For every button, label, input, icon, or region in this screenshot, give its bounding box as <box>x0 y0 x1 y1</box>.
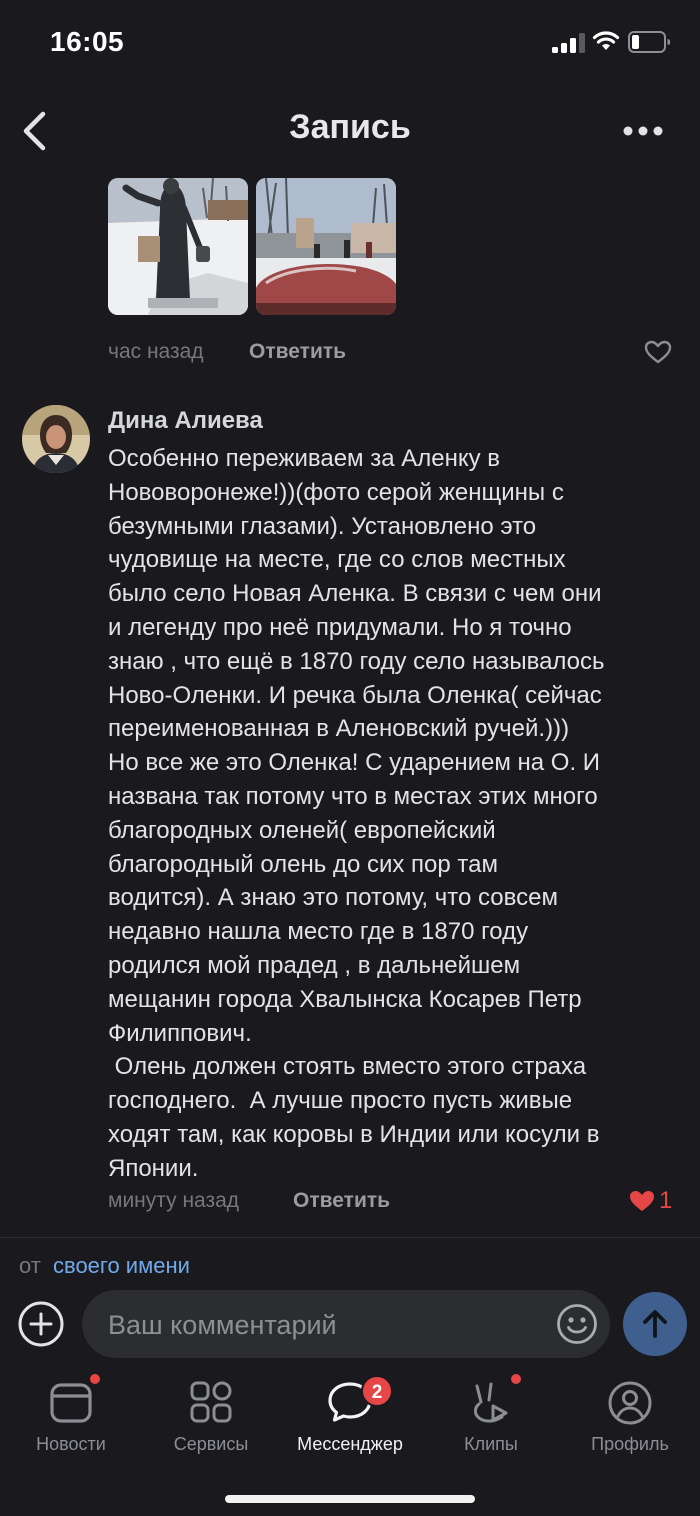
comment-photo-statue[interactable] <box>108 178 248 315</box>
emoji-icon[interactable] <box>556 1303 598 1345</box>
tab-services[interactable]: Сервисы <box>151 1376 271 1456</box>
services-icon <box>190 1381 232 1423</box>
add-attachment-icon[interactable] <box>17 1300 65 1348</box>
home-indicator[interactable] <box>225 1495 475 1503</box>
tab-label: Мессенджер <box>297 1434 403 1454</box>
battery-icon <box>628 31 670 53</box>
tab-profile[interactable]: Профиль <box>570 1376 690 1456</box>
comment-time: минуту назад <box>108 1189 240 1212</box>
divider <box>0 1237 700 1238</box>
profile-icon <box>608 1381 652 1425</box>
heart-outline-icon[interactable] <box>644 340 672 364</box>
wifi-icon <box>592 31 620 50</box>
comment-photo-street[interactable] <box>256 178 396 315</box>
tab-clips[interactable]: Клипы <box>431 1376 551 1456</box>
send-button[interactable] <box>623 1292 687 1356</box>
tab-label: Профиль <box>591 1434 669 1454</box>
prev-comment-reply-button[interactable]: Ответить <box>249 340 346 364</box>
comment-as-selector[interactable]: своего имени <box>53 1253 190 1279</box>
heart-filled-icon[interactable] <box>628 1189 656 1213</box>
more-options-icon[interactable] <box>620 118 666 144</box>
avatar[interactable] <box>22 405 90 473</box>
comment-input[interactable] <box>106 1290 540 1360</box>
notification-dot <box>90 1374 100 1384</box>
comment-text: Особенно переживаем за Аленку в Нововоро… <box>108 445 605 1182</box>
news-icon <box>50 1383 92 1423</box>
arrow-up-icon <box>643 1310 667 1338</box>
unread-badge: 2 <box>361 1375 393 1407</box>
comment-reply-button[interactable]: Ответить <box>293 1189 390 1213</box>
page-title: Запись <box>289 108 411 146</box>
notification-dot <box>511 1374 521 1384</box>
tab-label: Новости <box>36 1434 106 1454</box>
comment-author[interactable]: Дина Алиева <box>108 407 263 435</box>
tab-label: Сервисы <box>173 1434 249 1454</box>
like-count: 1 <box>659 1187 673 1214</box>
clips-icon <box>474 1382 508 1423</box>
cellular-signal-icon <box>552 33 585 53</box>
comment-as-label: от <box>19 1253 41 1278</box>
tab-label: Клипы <box>464 1434 518 1454</box>
prev-comment-time: час назад <box>108 340 204 363</box>
status-time: 16:05 <box>50 26 125 57</box>
tab-news[interactable]: Новости <box>11 1376 131 1456</box>
comment-input-container <box>82 1290 610 1360</box>
